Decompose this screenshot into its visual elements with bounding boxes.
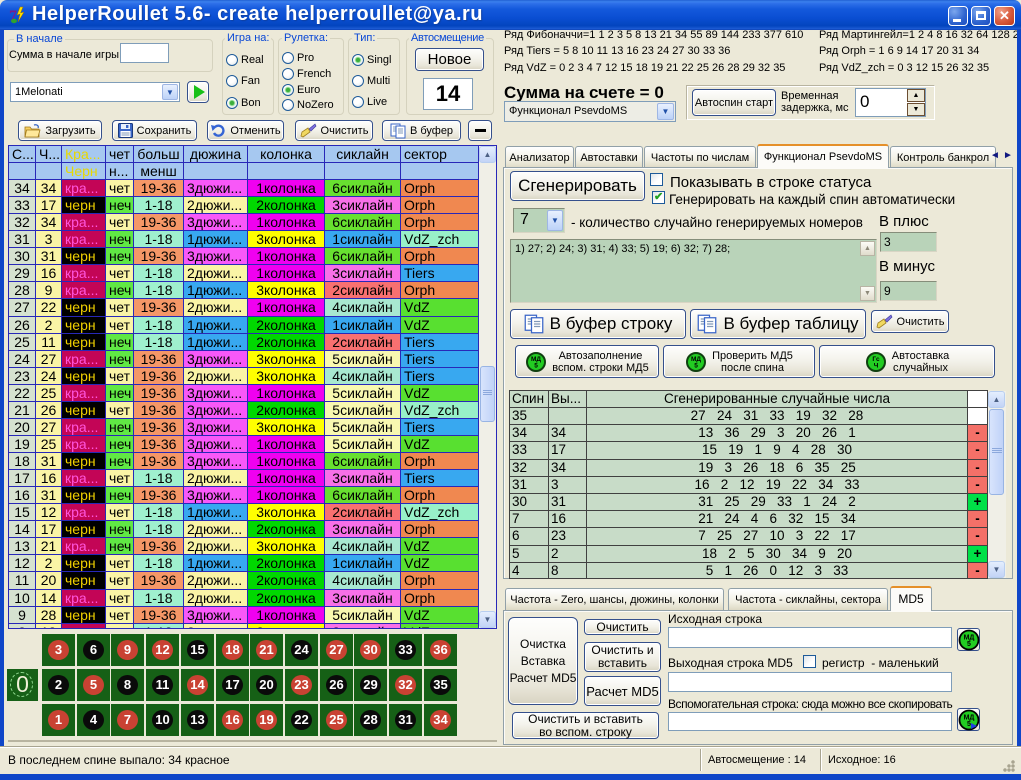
svg-text:5: 5 (967, 641, 971, 648)
svg-text:5: 5 (534, 362, 538, 369)
svg-text:5: 5 (694, 362, 698, 369)
svg-text:Ч: Ч (873, 362, 878, 369)
svg-text:5: 5 (967, 721, 971, 728)
